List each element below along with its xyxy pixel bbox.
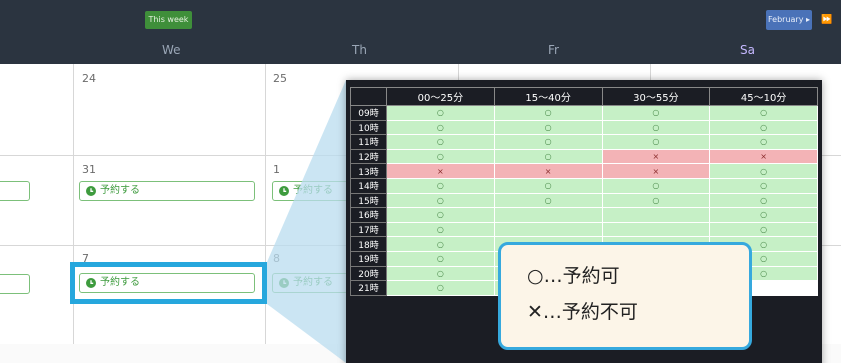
hour-label: 20時 <box>350 265 387 282</box>
slot-available[interactable]: ○ <box>709 163 818 179</box>
hour-label: 09時 <box>350 105 387 121</box>
slot-available[interactable]: ○ <box>709 134 818 150</box>
time-slot-row: 12時 ○ ○ × × <box>350 148 818 165</box>
time-slot-row: 09時 ○ ○ ○ ○ <box>350 105 818 121</box>
time-slot-row: 14時 ○ ○ ○ ○ <box>350 177 818 194</box>
hour-label: 16時 <box>350 207 387 223</box>
weekday-fr: Fr <box>548 43 559 57</box>
day-number[interactable]: 24 <box>82 72 96 85</box>
slot-unavailable: × <box>601 163 711 179</box>
weekday-sa: Sa <box>740 43 755 57</box>
slot-available[interactable]: ○ <box>493 148 603 165</box>
hour-label: 13時 <box>350 163 387 179</box>
hour-label: 12時 <box>350 148 387 165</box>
corner-cell <box>350 87 387 106</box>
slot-unavailable: × <box>709 148 818 165</box>
slot-available[interactable]: ○ <box>386 221 495 238</box>
slot-unavailable: × <box>386 163 495 179</box>
hour-label: 10時 <box>350 119 387 136</box>
hour-label: 18時 <box>350 236 387 252</box>
slot-available[interactable]: ○ <box>386 265 495 282</box>
book-button-label: 予約する <box>293 277 333 288</box>
slot-available[interactable]: ○ <box>709 221 818 238</box>
slot-available[interactable]: ○ <box>386 250 495 267</box>
slot-available[interactable]: ○ <box>386 148 495 165</box>
slot-cell <box>493 207 603 223</box>
slot-unavailable: × <box>601 148 711 165</box>
slot-available[interactable]: ○ <box>386 134 495 150</box>
time-slot-row: 15時 ○ ○ ○ ○ <box>350 192 818 209</box>
this-week-button[interactable]: This week <box>145 11 192 29</box>
slot-available[interactable]: ○ <box>386 207 495 223</box>
clock-icon <box>279 278 289 288</box>
day-number[interactable]: 25 <box>273 72 287 85</box>
slot-column-header: 00〜25分 <box>386 87 495 106</box>
book-button-label: 予約する <box>293 185 333 196</box>
slot-cell <box>493 221 603 238</box>
slot-column-header: 30〜55分 <box>601 87 711 106</box>
time-slot-row: 11時 ○ ○ ○ ○ <box>350 134 818 150</box>
next-month-button[interactable]: February ▸ <box>766 10 812 30</box>
time-slot-row: 16時 ○ ○ <box>350 207 818 223</box>
slot-available[interactable]: ○ <box>493 134 603 150</box>
hour-label: 11時 <box>350 134 387 150</box>
slot-available[interactable]: ○ <box>709 207 818 223</box>
book-button[interactable]: 予約する <box>272 273 352 293</box>
slot-cell <box>601 221 711 238</box>
hour-label: 17時 <box>350 221 387 238</box>
hour-label: 21時 <box>350 280 387 296</box>
book-button-partial[interactable] <box>0 274 30 294</box>
slot-available[interactable]: ○ <box>493 119 603 136</box>
slot-available[interactable]: ○ <box>709 105 818 121</box>
clock-icon <box>279 186 289 196</box>
weekday-th: Th <box>352 43 367 57</box>
slot-available[interactable]: ○ <box>386 236 495 252</box>
slot-unavailable: × <box>493 163 603 179</box>
legend-unavailable: ✕…予約不可 <box>527 301 638 323</box>
slot-available[interactable]: ○ <box>386 192 495 209</box>
day-number[interactable]: 1 <box>273 163 280 176</box>
book-button[interactable]: 予約する <box>272 181 352 201</box>
time-slot-row: 17時 ○ ○ <box>350 221 818 238</box>
screenshot-stage: This week February ▸ ⏩ We Th Fr Sa 24 25… <box>0 0 841 363</box>
time-slot-row: 13時 × × × ○ <box>350 163 818 179</box>
hour-label: 15時 <box>350 192 387 209</box>
slot-available[interactable]: ○ <box>601 134 711 150</box>
slot-available[interactable]: ○ <box>601 105 711 121</box>
day-number[interactable]: 8 <box>273 252 280 265</box>
clock-icon <box>86 186 96 196</box>
legend-box: ○…予約可 ✕…予約不可 <box>498 242 752 350</box>
slot-available[interactable]: ○ <box>709 119 818 136</box>
slot-available[interactable]: ○ <box>386 119 495 136</box>
slot-available[interactable]: ○ <box>493 105 603 121</box>
slot-available[interactable]: ○ <box>493 177 603 194</box>
hour-label: 14時 <box>350 177 387 194</box>
slot-available[interactable]: ○ <box>601 177 711 194</box>
slot-available[interactable]: ○ <box>709 192 818 209</box>
slot-available[interactable]: ○ <box>601 192 711 209</box>
day-number[interactable]: 31 <box>82 163 96 176</box>
legend-available: ○…予約可 <box>527 265 620 287</box>
book-button-partial[interactable] <box>0 181 30 201</box>
slot-available[interactable]: ○ <box>601 119 711 136</box>
slot-available[interactable]: ○ <box>386 280 495 296</box>
slot-column-header: 15〜40分 <box>493 87 603 106</box>
calendar-top-bar <box>0 0 841 37</box>
hour-label: 19時 <box>350 250 387 267</box>
slot-column-header: 45〜10分 <box>709 87 818 106</box>
highlight-frame <box>70 262 267 304</box>
slot-available[interactable]: ○ <box>709 177 818 194</box>
weekday-header <box>0 37 841 64</box>
slot-cell <box>601 207 711 223</box>
book-button[interactable]: 予約する <box>79 181 255 201</box>
book-button-label: 予約する <box>100 185 140 196</box>
fast-forward-icon[interactable]: ⏩ <box>818 10 836 30</box>
weekday-we: We <box>162 43 181 57</box>
slot-available[interactable]: ○ <box>386 105 495 121</box>
slot-available[interactable]: ○ <box>386 177 495 194</box>
time-slot-row: 10時 ○ ○ ○ ○ <box>350 119 818 136</box>
slot-available[interactable]: ○ <box>493 192 603 209</box>
